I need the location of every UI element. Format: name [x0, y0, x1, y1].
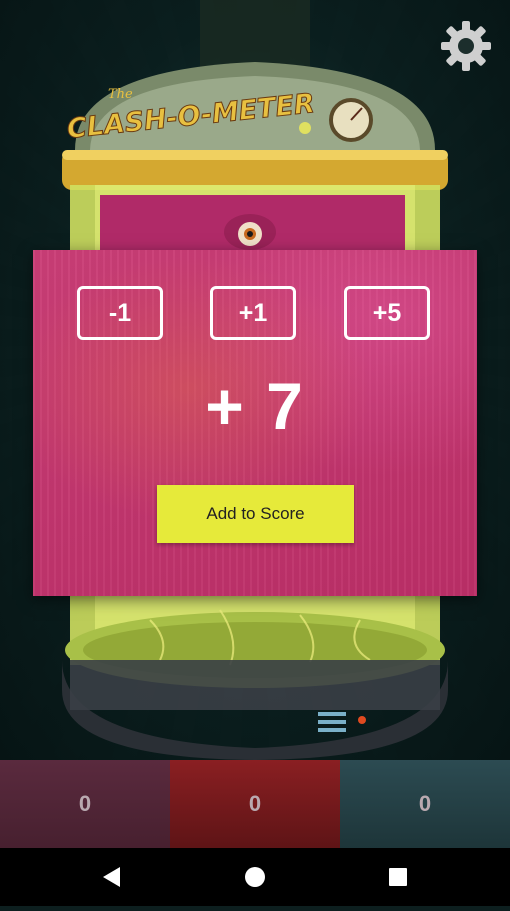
recents-square-icon: [389, 868, 407, 886]
back-button[interactable]: [72, 848, 152, 906]
player3-score[interactable]: 0: [340, 760, 510, 848]
recents-button[interactable]: [358, 848, 438, 906]
home-button[interactable]: [215, 848, 295, 906]
plus-five-button[interactable]: +5: [344, 286, 430, 340]
plus-one-button[interactable]: +1: [210, 286, 296, 340]
minus-one-button[interactable]: -1: [77, 286, 163, 340]
player2-score[interactable]: 0: [170, 760, 340, 848]
logo-prefix: The: [108, 87, 133, 102]
android-nav-bar: [0, 848, 510, 906]
add-to-score-button[interactable]: Add to Score: [157, 485, 354, 543]
settings-button[interactable]: [438, 18, 494, 74]
pending-value: + 7: [205, 369, 305, 443]
player1-score[interactable]: 0: [0, 760, 170, 848]
score-strip: 0 0 0: [0, 760, 510, 848]
back-triangle-icon: [103, 867, 120, 887]
home-circle-icon: [245, 867, 265, 887]
gear-icon: [441, 21, 491, 71]
score-adjust-panel: -1 +1 +5 + 7 Add to Score: [33, 250, 477, 596]
